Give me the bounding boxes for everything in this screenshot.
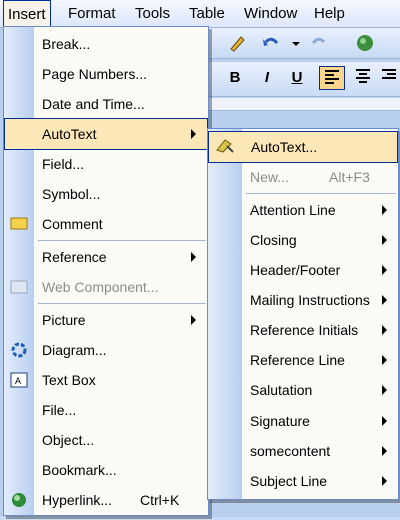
menu-item-reference-initials[interactable]: Reference Initials (208, 315, 398, 345)
comment-icon (9, 214, 29, 234)
menu-item-header-footer[interactable]: Header/Footer (208, 255, 398, 285)
menu-item-new[interactable]: New... Alt+F3 (208, 162, 398, 192)
menu-insert[interactable]: Insert (3, 0, 51, 27)
hyperlink-icon (9, 490, 29, 510)
menu-item-subject-line[interactable]: Subject Line (208, 466, 398, 496)
submenu-arrow-icon (382, 385, 387, 395)
menu-item-reference-line[interactable]: Reference Line (208, 345, 398, 375)
menu-item-break[interactable]: Break... (4, 29, 208, 59)
menu-item-diagram[interactable]: Diagram... (4, 335, 208, 365)
globe-icon[interactable] (355, 33, 375, 53)
submenu-arrow-icon (382, 295, 387, 305)
submenu-arrow-icon (191, 129, 196, 139)
menu-item-signature[interactable]: Signature (208, 406, 398, 436)
menu-item-autotext-dialog[interactable]: AutoText... (208, 131, 398, 163)
align-center-icon (356, 69, 370, 83)
menu-item-autotext[interactable]: AutoText (4, 118, 208, 150)
submenu-arrow-icon (191, 252, 196, 262)
submenu-arrow-icon (382, 325, 387, 335)
align-center-button[interactable] (351, 66, 375, 90)
diagram-icon (9, 340, 29, 360)
submenu-arrow-icon (382, 355, 387, 365)
web-component-icon (9, 277, 29, 297)
redo-icon[interactable] (309, 33, 329, 53)
insert-menu: Break... Page Numbers... Date and Time..… (3, 26, 209, 516)
text-box-icon: A (9, 370, 29, 390)
menu-help[interactable]: Help (310, 0, 349, 27)
menu-item-attention-line[interactable]: Attention Line (208, 195, 398, 225)
menu-item-bookmark[interactable]: Bookmark... (4, 455, 208, 485)
submenu-arrow-icon (382, 416, 387, 426)
underline-button[interactable]: U (285, 66, 309, 90)
ruler (205, 98, 400, 111)
menu-tools[interactable]: Tools (131, 0, 174, 27)
align-left-icon (325, 70, 339, 84)
menu-separator (38, 303, 206, 304)
undo-icon[interactable] (261, 33, 281, 53)
menu-item-symbol[interactable]: Symbol... (4, 179, 208, 209)
submenu-arrow-icon (382, 265, 387, 275)
bold-button[interactable]: B (223, 66, 247, 90)
menu-item-reference[interactable]: Reference (4, 242, 208, 272)
align-left-button[interactable] (319, 66, 345, 90)
align-right-button[interactable] (377, 66, 400, 90)
submenu-arrow-icon (382, 205, 387, 215)
menu-window[interactable]: Window (240, 0, 301, 27)
menu-separator (38, 240, 206, 241)
standard-toolbar (205, 28, 400, 59)
italic-button[interactable]: I (255, 66, 279, 90)
menu-item-picture[interactable]: Picture (4, 305, 208, 335)
autotext-icon (215, 136, 235, 156)
dropdown-arrow-icon[interactable] (287, 33, 307, 53)
menu-item-text-box[interactable]: A Text Box (4, 365, 208, 395)
formatting-toolbar: B I U (205, 62, 400, 97)
menu-table[interactable]: Table (185, 0, 229, 27)
submenu-arrow-icon (191, 315, 196, 325)
submenu-arrow-icon (382, 235, 387, 245)
brush-icon[interactable] (227, 33, 247, 53)
menu-item-page-numbers[interactable]: Page Numbers... (4, 59, 208, 89)
menu-item-somecontent[interactable]: somecontent (208, 436, 398, 466)
autotext-submenu: AutoText... New... Alt+F3 Attention Line… (207, 128, 399, 500)
menu-item-date-and-time[interactable]: Date and Time... (4, 89, 208, 119)
menu-item-comment[interactable]: Comment (4, 209, 208, 239)
menu-item-mailing-instructions[interactable]: Mailing Instructions (208, 285, 398, 315)
menu-item-hyperlink[interactable]: Hyperlink... Ctrl+K (4, 485, 208, 515)
menu-bar: Insert Format Tools Table Window Help (0, 0, 400, 28)
menu-item-field[interactable]: Field... (4, 149, 208, 179)
svg-text:A: A (15, 376, 21, 386)
menu-item-closing[interactable]: Closing (208, 225, 398, 255)
menu-separator (246, 193, 396, 194)
menu-item-web-component[interactable]: Web Component... (4, 272, 208, 302)
menu-item-file[interactable]: File... (4, 395, 208, 425)
align-right-icon (382, 69, 396, 79)
submenu-arrow-icon (382, 476, 387, 486)
menu-format[interactable]: Format (64, 0, 120, 27)
menu-item-salutation[interactable]: Salutation (208, 375, 398, 405)
menu-item-object[interactable]: Object... (4, 425, 208, 455)
submenu-arrow-icon (382, 446, 387, 456)
